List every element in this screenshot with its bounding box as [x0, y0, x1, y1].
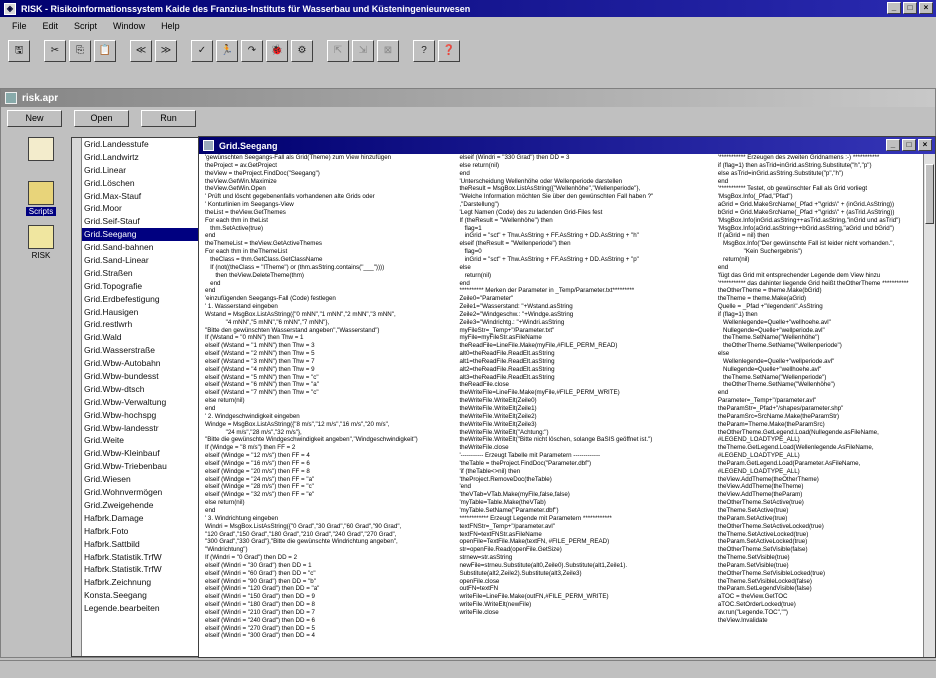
script-list-item[interactable]: Grid.Wbw-Triebenbau	[72, 460, 198, 473]
help-icon[interactable]: ?	[413, 40, 435, 62]
script-list-item[interactable]: Grid.Wohnvermögen	[72, 486, 198, 499]
script-icon	[203, 140, 214, 151]
paste-icon[interactable]: 📋	[94, 40, 116, 62]
project-title: risk.apr	[22, 92, 59, 104]
script-list-item[interactable]: Grid.Wbw-Autobahn	[72, 357, 198, 370]
new-button[interactable]: New	[7, 110, 62, 127]
code-area[interactable]: 'gewünschten Seegangs-Fall als Grid(Them…	[199, 154, 923, 657]
script-list-item[interactable]: Grid.Wiesen	[72, 473, 198, 486]
toolbar: 🖫 ✂ ⎘ 📋 ≪ ≫ ✓ 🏃 ↷ 🐞 ⚙ ⇱ ⇲ ⊠ ? ❓	[0, 37, 936, 65]
script-list-item[interactable]: Konsta.Seegang	[72, 589, 198, 602]
script-list-item[interactable]: Hafbrk.Damage	[72, 512, 198, 525]
script-list-item[interactable]: Grid.Hausigen	[72, 306, 198, 319]
menu-window[interactable]: Window	[109, 21, 149, 31]
risk-label: RISK	[31, 251, 51, 260]
script-list-item[interactable]: Grid.Sand-Linear	[72, 254, 198, 267]
copy-icon[interactable]: ⎘	[69, 40, 91, 62]
script-list-item[interactable]: Grid.Löschen	[72, 177, 198, 190]
script-list-item[interactable]: Grid.Seegang	[72, 228, 198, 242]
project-icon	[5, 92, 17, 104]
editor-window-controls: _ □ ×	[886, 139, 932, 151]
window-controls: _ □ ×	[887, 2, 933, 14]
step-icon[interactable]: ↷	[241, 40, 263, 62]
script-list-item[interactable]: Grid.Straßen	[72, 267, 198, 280]
script-list-item[interactable]: Grid.Wbw-hochspg	[72, 409, 198, 422]
scripts-label: Scripts	[25, 207, 57, 216]
run-button[interactable]: Run	[141, 110, 196, 127]
close-button[interactable]: ×	[919, 2, 933, 14]
scripts-list[interactable]: Grid.Landesstufe Grid.Landwirtz Grid.Linea…	[71, 137, 199, 657]
debug-icon[interactable]: 🐞	[266, 40, 288, 62]
shift-right-icon[interactable]: ≫	[155, 40, 177, 62]
script-list-item[interactable]: Grid.Weite	[72, 434, 198, 447]
menubar: File Edit Script Window Help	[0, 18, 936, 34]
script-list-item[interactable]: Grid.restlwrh	[72, 318, 198, 331]
save-icon[interactable]: 🖫	[8, 40, 30, 62]
views-icon[interactable]	[17, 137, 65, 179]
import-icon[interactable]: ⇲	[352, 40, 374, 62]
script-list-item[interactable]: Grid.Seif-Stauf	[72, 215, 198, 228]
script-list-item[interactable]: Hafbrk.Foto	[72, 525, 198, 538]
script-list-item[interactable]: Grid.Max-Stauf	[72, 190, 198, 203]
scripts-icon[interactable]: Scripts	[17, 181, 65, 223]
scripts-list-scrollbar[interactable]	[72, 138, 82, 656]
open-button[interactable]: Open	[74, 110, 129, 127]
script-list-item[interactable]: Grid.Wbw-dtsch	[72, 383, 198, 396]
script-list-item[interactable]: Legende.bearbeiten	[72, 602, 198, 615]
risk-icon[interactable]: RISK	[17, 225, 65, 267]
code-column-1: 'gewünschten Seegangs-Fall als Grid(Them…	[205, 154, 418, 640]
script-list-item[interactable]: Hafbrk.Zeichnung	[72, 576, 198, 589]
editor-scrollbar[interactable]	[923, 154, 935, 657]
script-list-item[interactable]: Hafbrk.Statistik.TrfW	[72, 551, 198, 564]
script-list-item[interactable]: Grid.Wbw-Kleinbauf	[72, 447, 198, 460]
script-list-item[interactable]: Grid.Zweigehende	[72, 499, 198, 512]
delete-icon[interactable]: ⊠	[377, 40, 399, 62]
app-icon: ◈	[4, 2, 16, 15]
project-title-bar: risk.apr	[1, 89, 935, 107]
script-list-item[interactable]: Grid.Landesstufe	[72, 138, 198, 151]
editor-close-button[interactable]: ×	[918, 139, 932, 151]
app-title-bar: ◈ RISK - Risikoinformationssystem Kaide …	[0, 0, 936, 17]
editor-title-bar: Grid.Seegang _ □ ×	[199, 137, 935, 154]
shift-left-icon[interactable]: ≪	[130, 40, 152, 62]
app-title: RISK - Risikoinformationssystem Kaide de…	[21, 3, 471, 14]
code-column-2: elseif (Windri = "330 Grad") then DD = 3…	[459, 154, 654, 616]
editor-title: Grid.Seegang	[219, 140, 278, 151]
compile-icon[interactable]: ⚙	[291, 40, 313, 62]
cut-icon[interactable]: ✂	[44, 40, 66, 62]
maximize-button[interactable]: □	[903, 2, 917, 14]
script-list-item[interactable]: Grid.Wbw-landesstr	[72, 422, 198, 435]
editor-scroll-thumb[interactable]	[925, 164, 934, 224]
project-buttons: New Open Run	[1, 107, 935, 129]
editor-maximize-button[interactable]: □	[902, 139, 916, 151]
menu-script[interactable]: Script	[70, 21, 101, 31]
menu-edit[interactable]: Edit	[39, 21, 63, 31]
script-list-item[interactable]: Hafbrk.Statistik.TrfW	[72, 563, 198, 576]
script-list-item[interactable]: Hafbrk.Sattbild	[72, 538, 198, 551]
minimize-button[interactable]: _	[887, 2, 901, 14]
menu-help[interactable]: Help	[157, 21, 184, 31]
context-help-icon[interactable]: ❓	[438, 40, 460, 62]
script-list-item[interactable]: Grid.Wald	[72, 331, 198, 344]
script-list-item[interactable]: Grid.Erdbefestigung	[72, 293, 198, 306]
script-list-item[interactable]: Grid.Linear	[72, 164, 198, 177]
script-list-item[interactable]: Grid.Sand-bahnen	[72, 241, 198, 254]
script-list-item[interactable]: Grid.Wbw-Verwaltung	[72, 396, 198, 409]
doc-type-icons: Scripts RISK	[9, 137, 73, 269]
check-icon[interactable]: ✓	[191, 40, 213, 62]
script-list-item[interactable]: Grid.Topografie	[72, 280, 198, 293]
script-list-item[interactable]: Grid.Landwirtz	[72, 151, 198, 164]
script-editor-window: Grid.Seegang _ □ × 'gewünschten Seegangs…	[198, 136, 936, 658]
code-column-3: '*********** Erzeugen des zweiten Gridna…	[717, 154, 909, 624]
script-list-item[interactable]: Grid.Moor	[72, 202, 198, 215]
menu-file[interactable]: File	[8, 21, 31, 31]
script-list-item[interactable]: Grid.Wbw-bundesst	[72, 370, 198, 383]
status-bar	[0, 660, 936, 678]
editor-minimize-button[interactable]: _	[886, 139, 900, 151]
export-icon[interactable]: ⇱	[327, 40, 349, 62]
run-icon[interactable]: 🏃	[216, 40, 238, 62]
script-list-item[interactable]: Grid.Wasserstraße	[72, 344, 198, 357]
